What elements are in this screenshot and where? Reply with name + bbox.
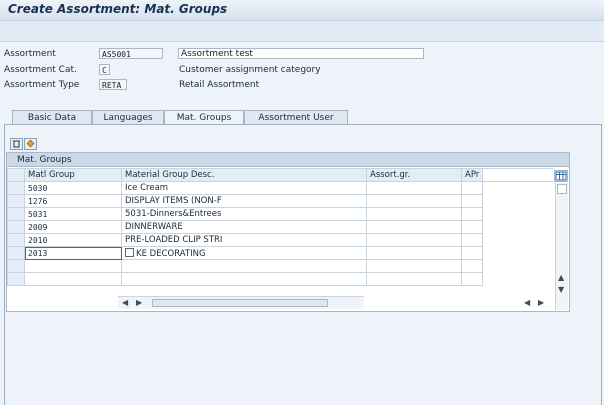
cell-apr[interactable] xyxy=(460,194,484,208)
row-filler xyxy=(483,208,554,221)
cell-material-group-desc: DINNERWARE xyxy=(121,220,367,234)
toolbar xyxy=(0,21,604,42)
assortment-cat-field[interactable]: C xyxy=(99,64,110,75)
assortment-cat-label: Assortment Cat. xyxy=(4,65,77,75)
column-header-apr[interactable]: APr xyxy=(460,168,484,182)
table-row[interactable]: 2013 KE DECORATING xyxy=(7,246,554,260)
row-filler xyxy=(483,260,554,273)
horizontal-scrollbar[interactable]: ◀ ▶ xyxy=(118,296,364,309)
cell-material-group-desc: PRE-LOADED CLIP STRI xyxy=(121,233,367,247)
cell-apr[interactable] xyxy=(460,259,484,273)
cell-assort-gr[interactable] xyxy=(366,259,462,273)
assortment-cat-description: Customer assignment category xyxy=(179,65,321,75)
table-settings-icon[interactable] xyxy=(554,170,568,182)
row-selector[interactable] xyxy=(7,233,25,247)
tab-languages[interactable]: Languages xyxy=(92,110,164,124)
grid-title: Mat. Groups xyxy=(7,153,569,167)
table-row[interactable]: 2010 PRE-LOADED CLIP STRI xyxy=(7,233,554,247)
row-selector-header[interactable] xyxy=(7,168,25,182)
scroll-right-icon[interactable]: ▶ xyxy=(136,298,142,307)
cell-assort-gr[interactable] xyxy=(366,194,462,208)
scroll-up-icon[interactable]: ▲ xyxy=(558,273,564,282)
cell-material-group-desc xyxy=(121,272,367,286)
cell-matl-group[interactable]: 2013 xyxy=(24,246,122,260)
cell-assort-gr[interactable] xyxy=(366,181,462,195)
row-filler xyxy=(483,195,554,208)
table-header-row: Matl Group Material Group Desc. Assort.g… xyxy=(7,168,554,182)
assortment-type-description: Retail Assortment xyxy=(179,80,260,90)
row-selector[interactable] xyxy=(7,246,25,260)
vertical-scrollbar[interactable]: ▲ ▼ xyxy=(555,183,568,310)
row-filler xyxy=(483,182,554,195)
row-selector[interactable] xyxy=(7,207,25,221)
cell-matl-group[interactable]: 5031 xyxy=(24,207,122,221)
insert-row-icon[interactable] xyxy=(24,138,37,150)
cell-material-group-desc: Ice Cream xyxy=(121,181,367,195)
row-filler xyxy=(483,221,554,234)
row-selector[interactable] xyxy=(7,259,25,273)
scroll-down-icon[interactable]: ▼ xyxy=(558,285,564,294)
table-row[interactable] xyxy=(7,259,554,273)
assortment-type-field[interactable]: RETA xyxy=(99,79,127,90)
tab-basic-data[interactable]: Basic Data xyxy=(12,110,92,124)
cell-material-group-desc: DISPLAY ITEMS (NON-F xyxy=(121,194,367,208)
cell-matl-group[interactable]: 2009 xyxy=(24,220,122,234)
row-filler xyxy=(483,273,554,286)
scroll-thumb[interactable] xyxy=(557,184,567,194)
cell-matl-group[interactable]: 2010 xyxy=(24,233,122,247)
column-header-material-group-desc[interactable]: Material Group Desc. xyxy=(121,168,367,182)
cell-material-group-desc: 5031-Dinners&Entrees xyxy=(121,207,367,221)
row-selector[interactable] xyxy=(7,194,25,208)
table-row[interactable]: 5030 Ice Cream xyxy=(7,181,554,195)
row-selector[interactable] xyxy=(7,272,25,286)
cell-apr[interactable] xyxy=(460,207,484,221)
grid-right-scroll[interactable]: ◀ ▶ xyxy=(520,297,554,309)
cell-assort-gr[interactable] xyxy=(366,272,462,286)
cell-apr[interactable] xyxy=(460,272,484,286)
cell-assort-gr[interactable] xyxy=(366,207,462,221)
row-selector[interactable] xyxy=(7,181,25,195)
cell-assort-gr[interactable] xyxy=(366,233,462,247)
cell-matl-group[interactable]: 1276 xyxy=(24,194,122,208)
cell-apr[interactable] xyxy=(460,220,484,234)
column-header-assort-gr[interactable]: Assort.gr. xyxy=(366,168,462,182)
title-bar: Create Assortment: Mat. Groups xyxy=(0,0,604,21)
cell-apr[interactable] xyxy=(460,181,484,195)
cell-matl-group[interactable] xyxy=(24,272,122,286)
cell-apr[interactable] xyxy=(460,246,484,260)
mat-groups-grid: Mat. Groups Matl Group Material Group De… xyxy=(6,152,570,312)
scroll-left-icon[interactable]: ◀ xyxy=(122,298,128,307)
cell-assort-gr[interactable] xyxy=(366,220,462,234)
assortment-description-field[interactable]: Assortment test xyxy=(178,48,424,59)
assortment-type-label: Assortment Type xyxy=(4,80,80,90)
table-row[interactable]: 1276 DISPLAY ITEMS (NON-F xyxy=(7,194,554,208)
scroll-left-icon[interactable]: ◀ xyxy=(524,298,530,307)
scroll-right-icon[interactable]: ▶ xyxy=(538,298,544,307)
cell-apr[interactable] xyxy=(460,233,484,247)
tab-mat-groups[interactable]: Mat. Groups xyxy=(164,110,244,125)
row-filler xyxy=(483,234,554,247)
cell-assort-gr[interactable] xyxy=(366,246,462,260)
table-row[interactable]: 5031 5031-Dinners&Entrees xyxy=(7,207,554,221)
table-row[interactable] xyxy=(7,272,554,286)
window-title: Create Assortment: Mat. Groups xyxy=(8,2,228,16)
cell-material-group-desc: KE DECORATING xyxy=(121,246,367,260)
assortment-field[interactable]: AS5001 xyxy=(99,48,163,59)
assortment-label: Assortment xyxy=(4,49,56,59)
table-row[interactable]: 2009 DINNERWARE xyxy=(7,220,554,234)
cell-material-group-desc xyxy=(121,259,367,273)
trash-icon[interactable] xyxy=(10,138,23,150)
row-filler xyxy=(483,247,554,260)
mat-groups-table: Matl Group Material Group Desc. Assort.g… xyxy=(7,168,554,286)
cell-matl-group[interactable] xyxy=(24,259,122,273)
column-header-matl-group[interactable]: Matl Group xyxy=(24,168,122,182)
horizontal-scroll-thumb[interactable] xyxy=(152,299,328,307)
table-header-filler xyxy=(482,168,554,182)
cell-material-group-desc-text: KE DECORATING xyxy=(136,248,206,259)
cell-matl-group[interactable]: 5030 xyxy=(24,181,122,195)
checkbox-icon xyxy=(125,247,134,257)
row-selector[interactable] xyxy=(7,220,25,234)
tab-assortment-user[interactable]: Assortment User xyxy=(244,110,348,124)
